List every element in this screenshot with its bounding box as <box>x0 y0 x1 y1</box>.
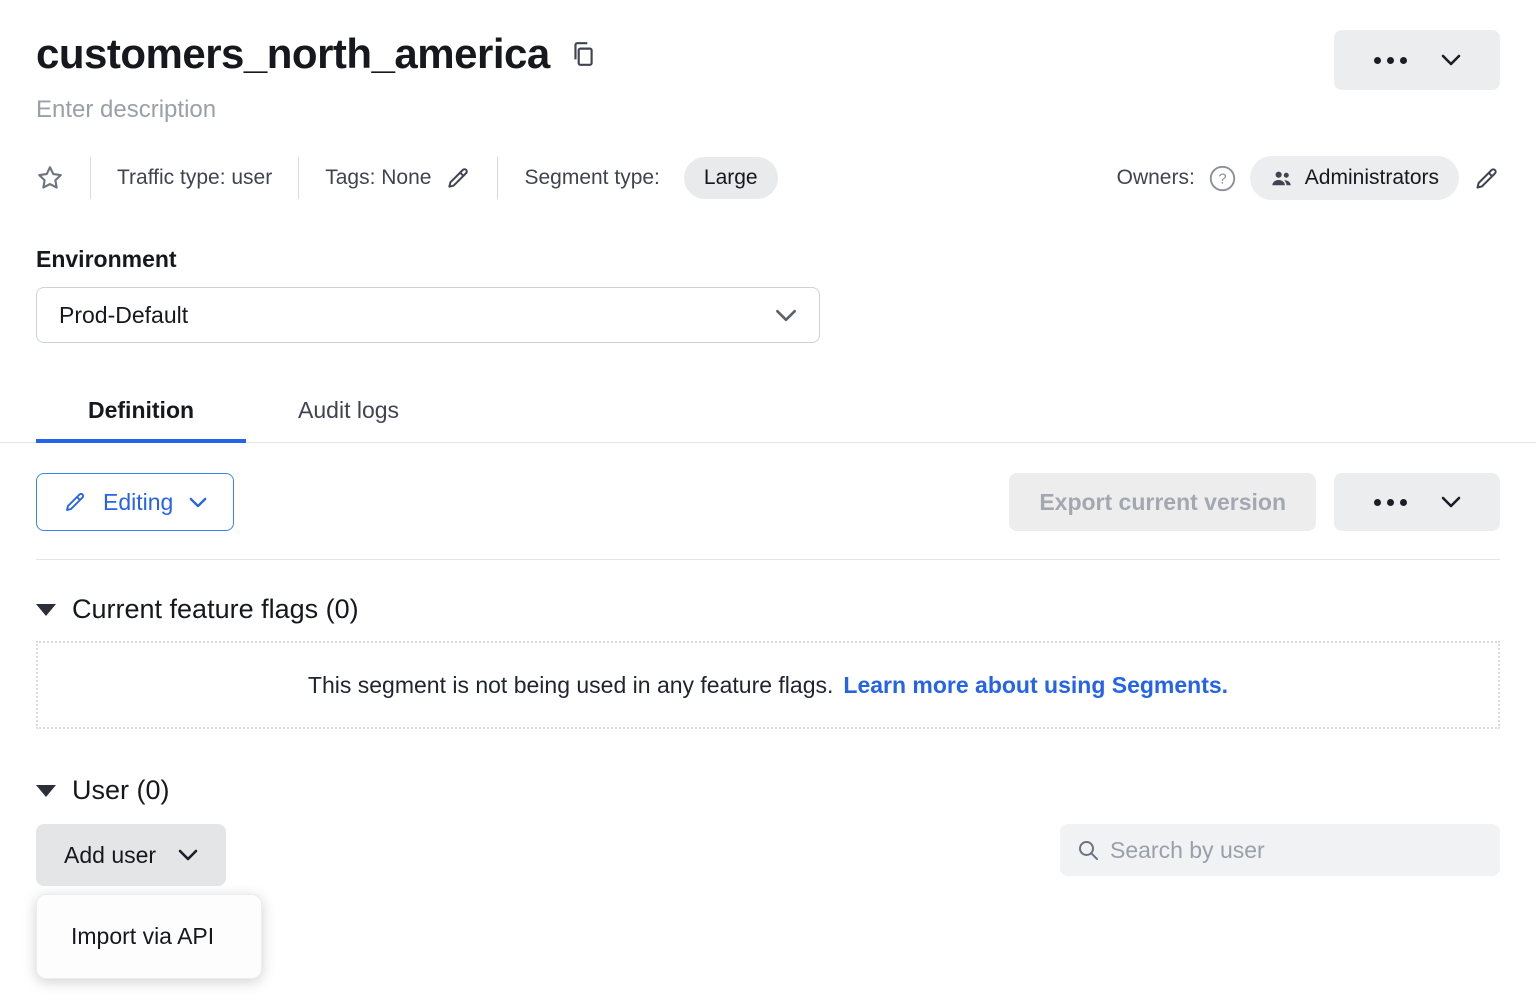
tags-label: Tags: None <box>325 166 431 190</box>
add-user-dropdown-menu: Import via API <box>36 894 262 979</box>
export-current-version-button[interactable]: Export current version <box>1009 473 1316 531</box>
svg-text:?: ? <box>1218 171 1226 187</box>
add-user-wrap: Add user Import via API <box>36 824 226 886</box>
user-heading-label: User (0) <box>72 775 170 806</box>
tabs-strip: Definition Audit logs <box>0 383 1536 443</box>
owners-group: Owners: ? Administrators <box>1117 156 1500 200</box>
menu-item-import-via-api[interactable]: Import via API <box>39 897 259 976</box>
divider <box>36 559 1500 560</box>
owners-label: Owners: <box>1117 166 1195 190</box>
definition-toolbar: Editing Export current version <box>36 473 1500 531</box>
segment-page: customers_north_america Enter descriptio… <box>0 0 1536 1002</box>
empty-state-text: This segment is not being used in any fe… <box>308 672 833 699</box>
toolbar-more-options-button[interactable] <box>1334 473 1500 531</box>
segment-type-badge: Large <box>684 157 778 199</box>
chevron-down-icon <box>1441 496 1461 508</box>
chevron-down-icon <box>1441 54 1461 66</box>
description-placeholder[interactable]: Enter description <box>36 96 596 124</box>
divider <box>90 157 91 199</box>
meta-row: Traffic type: user Tags: None Segment ty… <box>36 156 1500 200</box>
user-section-heading[interactable]: User (0) <box>36 775 1500 806</box>
divider <box>298 157 299 199</box>
add-user-label: Add user <box>64 842 156 869</box>
feature-flags-empty-state: This segment is not being used in any fe… <box>36 641 1500 729</box>
tab-definition[interactable]: Definition <box>36 383 246 442</box>
chevron-down-icon <box>178 849 198 861</box>
owners-value: Administrators <box>1305 166 1439 190</box>
chevron-down-icon <box>775 309 797 322</box>
tab-audit-logs[interactable]: Audit logs <box>246 383 451 442</box>
divider <box>497 157 498 199</box>
pencil-icon <box>63 490 87 514</box>
edit-owners-pencil-icon[interactable] <box>1473 165 1500 192</box>
feature-flags-section-heading[interactable]: Current feature flags (0) <box>36 594 1500 625</box>
copy-title-icon[interactable] <box>570 40 596 68</box>
environment-selected-value: Prod-Default <box>59 302 188 329</box>
favorite-star-icon[interactable] <box>36 164 64 192</box>
user-controls-row: Add user Import via API <box>36 824 1500 886</box>
people-icon <box>1270 167 1293 190</box>
collapse-caret-icon <box>36 785 56 797</box>
traffic-type-label: Traffic type: user <box>117 166 272 190</box>
collapse-caret-icon <box>36 604 56 616</box>
environment-select[interactable]: Prod-Default <box>36 287 820 343</box>
feature-flags-heading-label: Current feature flags (0) <box>72 594 359 625</box>
header-more-options-button[interactable] <box>1334 30 1500 90</box>
ellipsis-icon <box>1374 57 1407 64</box>
owners-pill[interactable]: Administrators <box>1250 156 1459 200</box>
page-title: customers_north_america <box>36 30 550 78</box>
user-search-box <box>1060 824 1500 876</box>
chevron-down-icon <box>189 497 207 508</box>
add-user-button[interactable]: Add user <box>36 824 226 886</box>
editing-label: Editing <box>103 489 173 516</box>
search-by-user-input[interactable] <box>1110 837 1484 864</box>
environment-label: Environment <box>36 246 1500 273</box>
title-block: customers_north_america Enter descriptio… <box>36 30 596 124</box>
edit-tags-pencil-icon[interactable] <box>445 165 471 191</box>
ellipsis-icon <box>1374 499 1407 506</box>
help-question-icon[interactable]: ? <box>1209 165 1236 192</box>
segment-type-label: Segment type: <box>524 166 659 190</box>
page-header: customers_north_america Enter descriptio… <box>36 30 1500 124</box>
search-icon <box>1076 838 1100 862</box>
learn-more-link[interactable]: Learn more about using Segments. <box>843 672 1228 699</box>
editing-mode-button[interactable]: Editing <box>36 473 234 531</box>
